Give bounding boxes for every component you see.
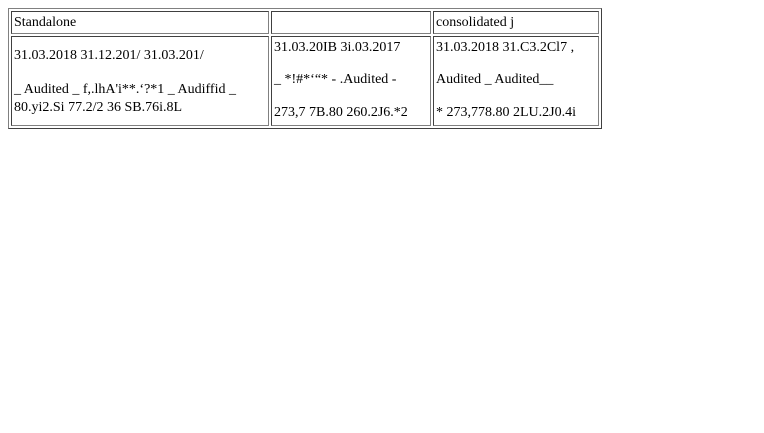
data-cell-standalone: 31.03.2018 31.12.201/ 31.03.201/ _ Audit… (11, 36, 269, 126)
cell-line-audit-status: _ *!#*‘“* - .Audited - (274, 72, 397, 87)
header-cell-consolidated: consolidated j (433, 11, 599, 34)
cell-line-audit-status: Audited _ Audited__ (436, 72, 554, 87)
financial-results-table: Standalone consolidated j 31.03.2018 31.… (8, 8, 602, 129)
cell-line-dates: 31.03.2018 31.C3.2Cl7 , (436, 40, 575, 55)
table-header-row: Standalone consolidated j (11, 11, 599, 34)
header-cell-standalone: Standalone (11, 11, 269, 34)
cell-line-values: 273,7 7B.80 260.2J6.*2 (274, 105, 408, 120)
data-cell-consolidated: 31.03.2018 31.C3.2Cl7 , Audited _ Audite… (433, 36, 599, 126)
cell-line-values: 80.yi2.Si 77.2/2 36 SB.76i.8L (14, 99, 183, 115)
cell-line-dates: 31.03.2018 31.12.201/ 31.03.201/ (14, 47, 204, 63)
header-cell-empty (271, 11, 431, 34)
cell-line-dates: 31.03.20IB 3i.03.2017 (274, 40, 401, 55)
cell-line-values: * 273,778.80 2LU.2J0.4i (436, 105, 576, 120)
cell-line-audit-status: _ Audited _ f,.lhA'i**.‘?*1 _ Audiffid _ (14, 81, 236, 97)
data-cell-middle: 31.03.20IB 3i.03.2017 _ *!#*‘“* - .Audit… (271, 36, 431, 126)
table-row: 31.03.2018 31.12.201/ 31.03.201/ _ Audit… (11, 36, 599, 126)
